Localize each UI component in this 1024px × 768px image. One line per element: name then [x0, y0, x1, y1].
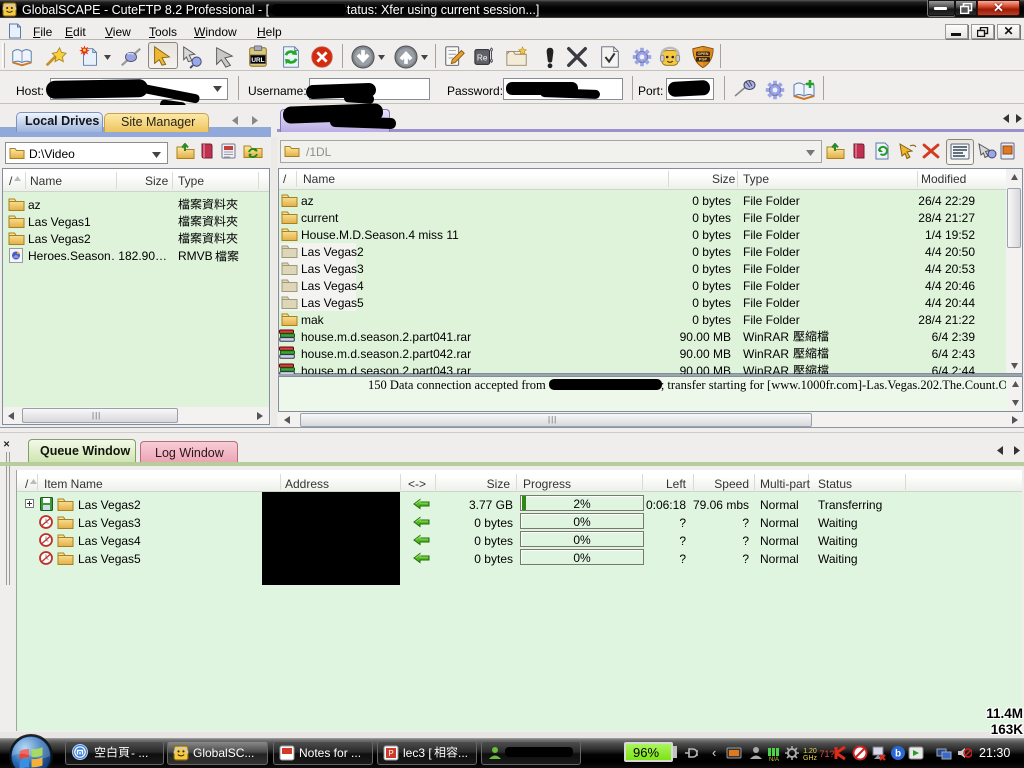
- svg-text:b: b: [895, 749, 901, 760]
- svg-text:1.20: 1.20: [803, 748, 817, 755]
- svg-text:PGP: PGP: [699, 57, 708, 62]
- svg-text:GHz: GHz: [803, 755, 818, 761]
- svg-text:P: P: [388, 749, 393, 758]
- svg-text:N/A: N/A: [769, 757, 779, 761]
- svg-text:71?: 71?: [819, 749, 834, 759]
- svg-text:URL: URL: [251, 57, 264, 64]
- svg-text:Re: Re: [477, 53, 488, 63]
- svg-text:OPEN: OPEN: [698, 51, 709, 56]
